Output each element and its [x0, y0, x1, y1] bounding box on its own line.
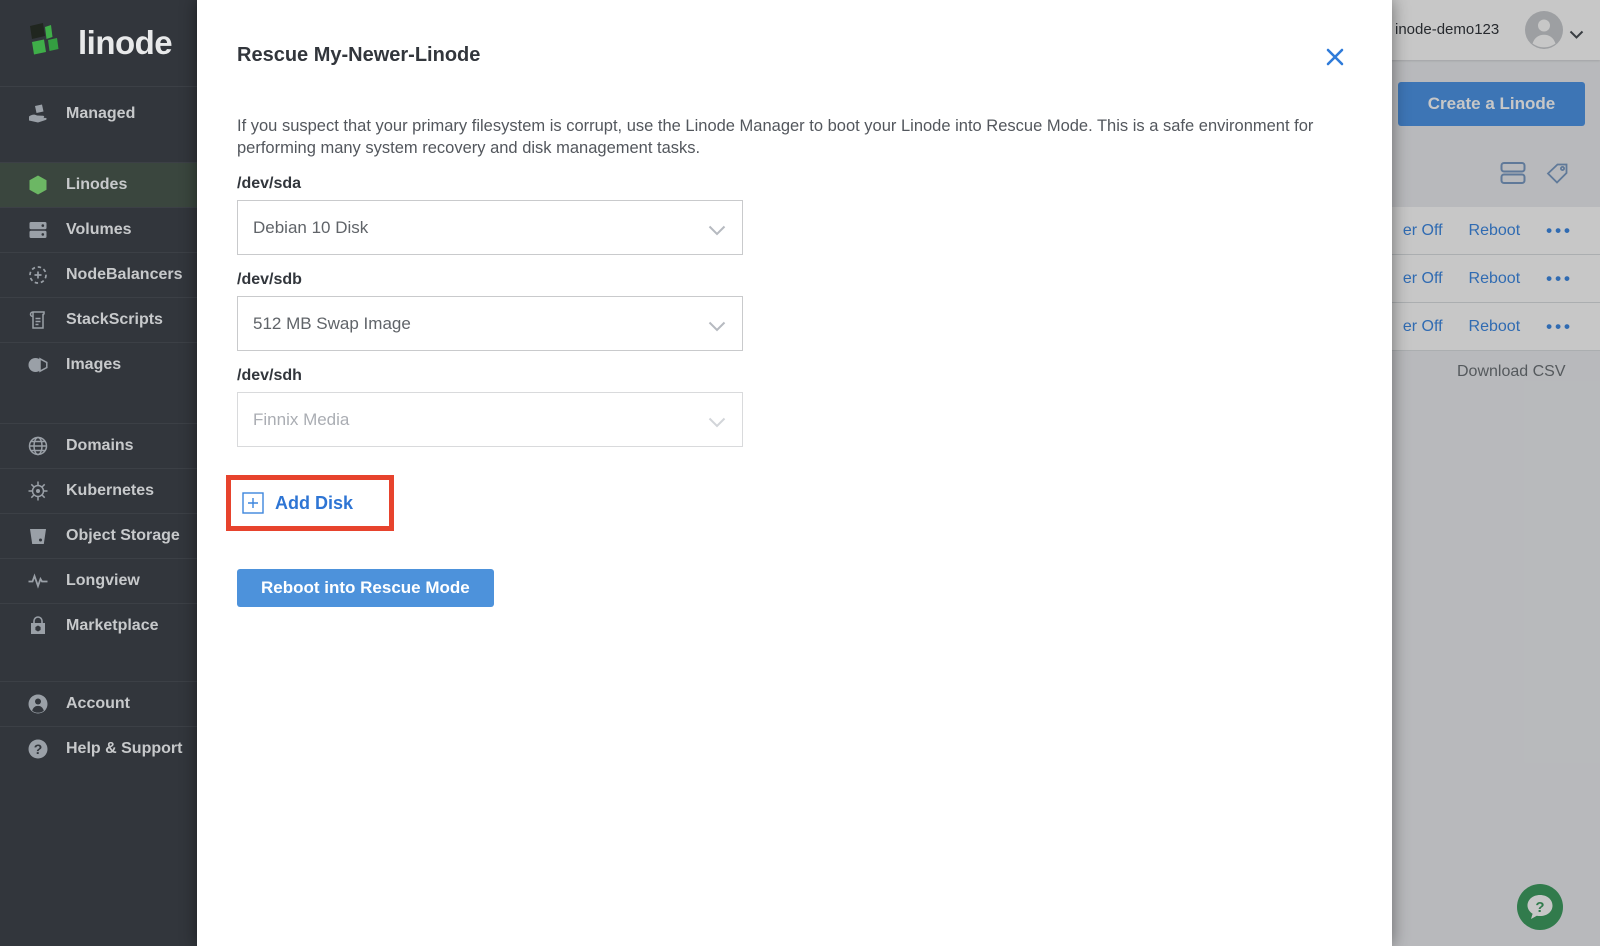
- select-value: Debian 10 Disk: [253, 217, 369, 237]
- longview-icon: [26, 569, 50, 593]
- sidebar-item-label: StackScripts: [66, 311, 163, 328]
- volumes-icon: [26, 218, 50, 242]
- sidebar-item-label: Linodes: [66, 176, 128, 193]
- add-disk-button[interactable]: Add Disk: [242, 492, 353, 514]
- select-value: 512 MB Swap Image: [253, 313, 411, 333]
- chevron-down-icon: [708, 319, 726, 337]
- sidebar-item-managed[interactable]: Managed: [0, 86, 197, 140]
- account-icon: [26, 692, 50, 716]
- nodebalancers-icon: [26, 263, 50, 287]
- sidebar-item-label: Marketplace: [66, 617, 159, 634]
- domains-icon: [26, 434, 50, 458]
- sidebar-item-linodes[interactable]: Linodes: [0, 162, 197, 207]
- close-icon: [1326, 48, 1344, 66]
- field-dev-sdh: /dev/sdh Finnix Media: [237, 367, 1352, 447]
- reboot-into-rescue-mode-button[interactable]: Reboot into Rescue Mode: [237, 569, 494, 607]
- sidebar-item-account[interactable]: Account: [0, 681, 197, 726]
- sidebar-item-marketplace[interactable]: Marketplace: [0, 603, 197, 648]
- sidebar-item-label: Volumes: [66, 221, 132, 238]
- modal-title: Rescue My-Newer-Linode: [237, 44, 481, 66]
- modal-description: If you suspect that your primary filesys…: [237, 117, 1314, 157]
- kubernetes-icon: [26, 479, 50, 503]
- sidebar-item-label: Help & Support: [66, 740, 183, 757]
- logo-wordmark: linode: [78, 24, 173, 61]
- sidebar-item-help-support[interactable]: ? Help & Support: [0, 726, 197, 771]
- field-dev-sda: /dev/sda Debian 10 Disk: [237, 175, 1352, 255]
- object-storage-icon: [26, 524, 50, 548]
- field-label: /dev/sda: [237, 175, 302, 192]
- dev-sda-select[interactable]: Debian 10 Disk: [237, 200, 743, 255]
- plus-square-icon: [242, 492, 264, 514]
- sidebar-item-object-storage[interactable]: Object Storage: [0, 513, 197, 558]
- linodes-icon: [26, 173, 50, 197]
- sidebar-item-label: Images: [66, 356, 122, 373]
- field-dev-sdb: /dev/sdb 512 MB Swap Image: [237, 271, 1352, 351]
- close-button[interactable]: [1322, 44, 1348, 70]
- sidebar-item-domains[interactable]: Domains: [0, 423, 197, 468]
- add-disk-label: Add Disk: [275, 492, 354, 513]
- dev-sdb-select[interactable]: 512 MB Swap Image: [237, 296, 743, 351]
- linode-logo-icon: [30, 23, 59, 55]
- sidebar-item-label: Account: [66, 695, 130, 712]
- stackscripts-icon: [26, 308, 50, 332]
- sidebar-item-images[interactable]: Images: [0, 342, 197, 387]
- chevron-down-icon: [708, 223, 726, 241]
- sidebar-item-nodebalancers[interactable]: NodeBalancers: [0, 252, 197, 297]
- sidebar: linode Managed Linodes Volumes NodeBalan…: [0, 0, 197, 946]
- submit-label: Reboot into Rescue Mode: [261, 578, 470, 597]
- help-icon: ?: [26, 737, 50, 761]
- sidebar-item-label: Object Storage: [66, 527, 180, 544]
- sidebar-item-stackscripts[interactable]: StackScripts: [0, 297, 197, 342]
- dev-sdh-select-disabled: Finnix Media: [237, 392, 743, 447]
- marketplace-icon: [26, 614, 50, 638]
- images-icon: [26, 353, 50, 377]
- sidebar-item-label: Managed: [66, 104, 136, 122]
- sidebar-item-kubernetes[interactable]: Kubernetes: [0, 468, 197, 513]
- chevron-down-icon: [708, 415, 726, 433]
- sidebar-item-label: Longview: [66, 572, 140, 589]
- annotation-highlight-add-disk: Add Disk: [226, 475, 395, 531]
- sidebar-item-label: NodeBalancers: [66, 266, 183, 283]
- field-label: /dev/sdb: [237, 271, 302, 288]
- select-value: Finnix Media: [253, 409, 350, 429]
- rescue-modal: Rescue My-Newer-Linode If you suspect th…: [197, 0, 1392, 946]
- svg-text:?: ?: [34, 741, 43, 757]
- sidebar-item-label: Kubernetes: [66, 482, 155, 499]
- sidebar-item-label: Domains: [66, 437, 134, 454]
- sidebar-item-longview[interactable]: Longview: [0, 558, 197, 603]
- field-label: /dev/sdh: [237, 367, 302, 384]
- sidebar-item-volumes[interactable]: Volumes: [0, 207, 197, 252]
- linode-logo[interactable]: linode: [0, 0, 197, 86]
- managed-icon: [26, 102, 50, 126]
